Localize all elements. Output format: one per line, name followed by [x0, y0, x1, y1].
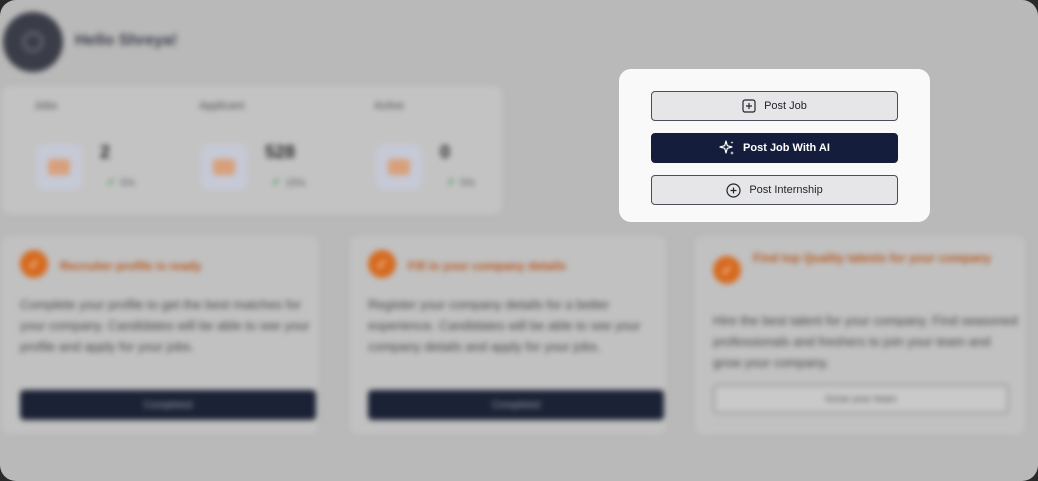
card-title: Recruiter profile is ready: [60, 259, 202, 273]
briefcase-icon: [36, 144, 82, 190]
sparkle-icon: [719, 140, 735, 156]
card-body: Register your company details for a bett…: [368, 297, 641, 354]
card-company-details: ✓ Fill in your company details Register …: [350, 236, 666, 434]
briefcase-icon: [376, 144, 422, 190]
stat-label: Applicant: [199, 100, 245, 112]
stat-applicant[interactable]: Applicant 528 ↗ 15%: [167, 86, 332, 214]
card-title: Find top Quality talents for your compan…: [753, 251, 992, 265]
stat-label: Active: [374, 100, 404, 112]
card-button[interactable]: Completed: [20, 390, 316, 420]
stat-label: Jobs: [34, 100, 58, 112]
avatar[interactable]: [3, 12, 63, 72]
stat-trend: ↗ 15%: [271, 178, 306, 189]
post-job-ai-button[interactable]: Post Job With AI: [651, 133, 898, 163]
card-recruiter-profile: ✓ Recruiter profile is ready Complete yo…: [2, 236, 318, 434]
card-body: Complete your profile to get the best ma…: [20, 297, 310, 354]
stat-value: 528: [265, 142, 296, 162]
avatar-icon: [22, 31, 44, 53]
stat-trend: ↗ 5%: [106, 178, 135, 189]
trend-up-icon: ↗: [446, 178, 455, 189]
post-job-button[interactable]: Post Job: [651, 91, 898, 121]
trend-up-icon: ↗: [271, 178, 280, 189]
card-body: Hire the best talent for your company. F…: [713, 313, 1018, 370]
stat-active[interactable]: Active 0 ↗ 5%: [342, 86, 507, 214]
card-find-talent: ✓ Find top Quality talents for your comp…: [695, 236, 1025, 434]
check-icon: ✓: [20, 250, 48, 278]
card-button[interactable]: Grow your team: [713, 384, 1009, 414]
post-menu-popup: Post Job Post Job With AI Post Internshi…: [619, 69, 930, 222]
check-icon: ✓: [713, 256, 741, 284]
stat-value: 0: [440, 142, 451, 162]
stats-panel: Jobs 2 ↗ 5% Applicant 528 ↗ 15% Active 0 ↗…: [2, 86, 502, 214]
card-button[interactable]: Completed: [368, 390, 664, 420]
post-internship-button[interactable]: Post Internship: [651, 175, 898, 205]
card-title: Fill in your company details: [408, 259, 567, 273]
post-job-label: Post Job: [764, 100, 807, 112]
stat-jobs[interactable]: Jobs 2 ↗ 5%: [2, 86, 167, 214]
post-internship-label: Post Internship: [749, 184, 823, 196]
stat-value: 2: [100, 142, 111, 162]
greeting-title: Hello Shreya!: [75, 32, 178, 49]
stat-trend: ↗ 5%: [446, 178, 475, 189]
check-icon: ✓: [368, 250, 396, 278]
plus-circle-icon: [726, 182, 741, 198]
plus-square-icon: [742, 99, 756, 113]
post-job-ai-label: Post Job With AI: [743, 142, 830, 154]
app-frame: Hello Shreya! Jobs 2 ↗ 5% Applicant 528 ↗…: [0, 0, 1038, 481]
trend-up-icon: ↗: [106, 178, 115, 189]
users-icon: [201, 144, 247, 190]
